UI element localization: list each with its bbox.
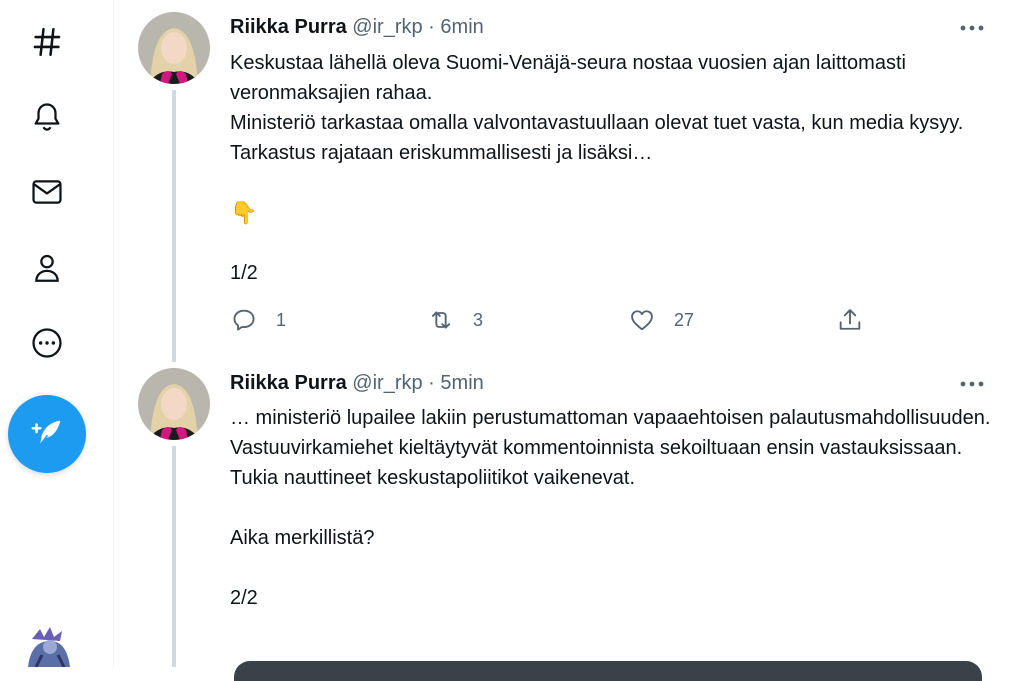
reply-icon [233,309,255,331]
tweet-text: … ministeriö lupailee lakiin perustumatt… [230,403,1000,613]
compose-tweet-button[interactable] [8,395,86,473]
hashtag-icon[interactable] [22,17,72,67]
separator-dot: · [428,16,435,38]
timeline: Riikka Purra @ir_rkp · 6min Keskustaa lä… [114,0,1015,681]
author-name[interactable]: Riikka Purra [230,372,347,394]
like-button[interactable]: 27 [628,304,694,336]
retweet-count: 3 [473,309,484,330]
share-icon [839,309,861,330]
side-navigation [0,0,114,667]
tweet-text-line: Ministeriö tarkastaa omalla valvontavast… [230,112,964,164]
timestamp[interactable]: 6min [440,16,483,38]
avatar[interactable] [138,12,210,84]
separator-dot: · [428,372,435,394]
tweet-text-line: Tukia nauttineet keskustapoliitikot vaik… [230,467,636,489]
author-handle[interactable]: @ir_rkp [352,372,422,394]
more-options-icon[interactable] [957,18,987,38]
tweet-text: Keskustaa lähellä oleva Suomi-Venäjä-seu… [230,48,1000,288]
author-handle[interactable]: @ir_rkp [352,16,422,38]
more-circle-icon[interactable] [22,318,72,368]
tweet-text-line: Aika merkillistä? [230,527,375,549]
retweet-button[interactable]: 3 [427,304,483,336]
reply-count: 1 [276,309,287,330]
thread-counter: 1/2 [230,262,258,284]
tweet[interactable]: Riikka Purra @ir_rkp · 5min … ministeriö… [114,360,1015,667]
tweet[interactable]: Riikka Purra @ir_rkp · 6min Keskustaa lä… [114,0,1015,362]
author-name[interactable]: Riikka Purra [230,16,347,38]
avatar[interactable] [138,368,210,440]
bell-icon[interactable] [22,92,72,142]
share-button[interactable] [836,304,864,336]
like-count: 27 [674,309,695,330]
thread-counter: 2/2 [230,587,258,609]
attached-media-preview[interactable] [234,661,982,681]
tweet-header: Riikka Purra @ir_rkp · 6min [230,16,484,39]
timestamp[interactable]: 5min [440,372,483,394]
account-avatar[interactable] [22,625,78,667]
envelope-icon[interactable] [22,167,72,217]
more-options-icon[interactable] [957,374,987,394]
pointing-down-emoji: 👇 [230,200,258,225]
tweet-text-line: … ministeriö lupailee lakiin perustumatt… [230,407,991,459]
thread-connector [172,90,176,362]
reply-button[interactable]: 1 [230,304,286,336]
person-icon[interactable] [22,243,72,293]
retweet-icon [431,311,451,329]
feather-plus-icon [31,420,61,448]
tweet-header: Riikka Purra @ir_rkp · 5min [230,372,484,395]
tweet-text-line: Keskustaa lähellä oleva Suomi-Venäjä-seu… [230,52,906,104]
tweet-actions: 1 3 27 [230,304,980,336]
heart-icon [631,310,653,331]
thread-connector [172,446,176,667]
